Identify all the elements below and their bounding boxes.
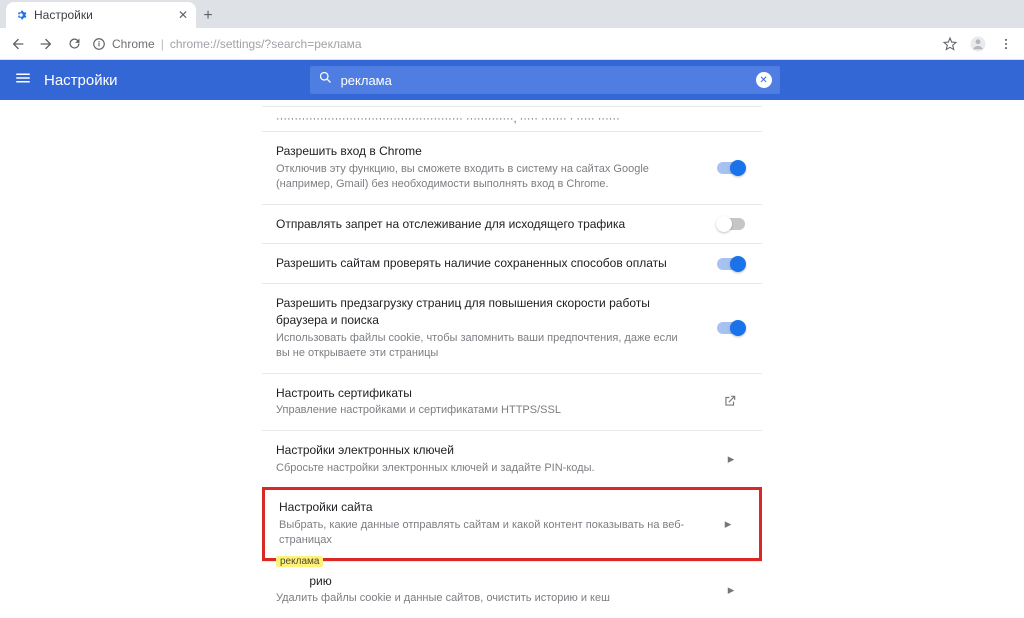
row-site-settings[interactable]: Настройки сайта Выбрать, какие данные от… bbox=[262, 487, 762, 561]
clear-search-button[interactable]: ✕ bbox=[756, 72, 772, 88]
row-desc: Выбрать, какие данные отправлять сайтам … bbox=[279, 518, 691, 549]
row-title: Разрешить вход в Chrome bbox=[276, 143, 694, 160]
hamburger-icon[interactable] bbox=[14, 69, 32, 92]
tab-title: Настройки bbox=[34, 8, 93, 22]
back-button[interactable] bbox=[8, 34, 28, 54]
external-link-icon bbox=[723, 394, 739, 410]
toggle-login-chrome[interactable] bbox=[717, 162, 745, 174]
toolbar: Chrome | chrome://settings/?search=рекла… bbox=[0, 28, 1024, 60]
row-dnt: Отправлять запрет на отслеживание для ис… bbox=[262, 204, 762, 244]
search-match-chip: реклама bbox=[276, 556, 323, 567]
settings-search: ✕ bbox=[310, 66, 780, 94]
settings-header: Настройки ✕ bbox=[0, 60, 1024, 100]
toggle-preload[interactable] bbox=[717, 322, 745, 334]
chevron-right-icon: ▸ bbox=[728, 451, 735, 467]
close-icon[interactable]: ✕ bbox=[178, 8, 188, 22]
row-title: Отправлять запрет на отслеживание для ис… bbox=[276, 216, 694, 233]
row-clear-data[interactable]: реклама рию Удалить файлы cookie и данны… bbox=[262, 561, 762, 618]
truncated-row: ········································… bbox=[262, 106, 762, 131]
content-area: ········································… bbox=[0, 100, 1024, 618]
new-tab-button[interactable]: + bbox=[196, 4, 220, 28]
kebab-menu-icon[interactable] bbox=[996, 34, 1016, 54]
omnibox-host: Chrome bbox=[112, 37, 155, 51]
row-login-chrome: Разрешить вход в Chrome Отключив эту фун… bbox=[262, 131, 762, 204]
address-bar[interactable]: Chrome | chrome://settings/?search=рекла… bbox=[92, 37, 932, 51]
row-security-keys[interactable]: Настройки электронных ключей Сбросьте на… bbox=[262, 430, 762, 487]
search-icon bbox=[318, 70, 333, 90]
row-title: Настройки электронных ключей bbox=[276, 442, 694, 459]
row-title: Разрешить предзагрузку страниц для повыш… bbox=[276, 295, 694, 329]
row-desc: Сбросьте настройки электронных ключей и … bbox=[276, 461, 694, 476]
row-desc: Использовать файлы cookie, чтобы запомни… bbox=[276, 331, 694, 362]
search-input[interactable] bbox=[341, 73, 748, 88]
row-desc: Управление настройками и сертификатами H… bbox=[276, 403, 694, 418]
row-title: Настроить сертификаты bbox=[276, 385, 694, 402]
row-title: Настройки сайта bbox=[279, 499, 691, 516]
info-icon bbox=[92, 37, 106, 51]
toggle-dnt[interactable] bbox=[717, 218, 745, 230]
row-desc: Отключив эту функцию, вы сможете входить… bbox=[276, 162, 694, 193]
tab-strip: Настройки ✕ + bbox=[0, 0, 1024, 28]
toggle-payment[interactable] bbox=[717, 258, 745, 270]
forward-button[interactable] bbox=[36, 34, 56, 54]
row-title: Разрешить сайтам проверять наличие сохра… bbox=[276, 255, 694, 272]
reload-button[interactable] bbox=[64, 34, 84, 54]
row-certificates[interactable]: Настроить сертификаты Управление настрой… bbox=[262, 373, 762, 430]
profile-avatar-icon[interactable] bbox=[968, 34, 988, 54]
row-desc: Удалить файлы cookie и данные сайтов, оч… bbox=[276, 591, 694, 606]
row-preload: Разрешить предзагрузку страниц для повыш… bbox=[262, 283, 762, 372]
omnibox-path: chrome://settings/?search=реклама bbox=[170, 37, 362, 51]
row-payment: Разрешить сайтам проверять наличие сохра… bbox=[262, 243, 762, 283]
gear-icon bbox=[14, 8, 28, 22]
chevron-right-icon: ▸ bbox=[725, 516, 732, 532]
settings-title: Настройки bbox=[44, 72, 118, 89]
chevron-right-icon: ▸ bbox=[728, 582, 735, 598]
row-title: рию bbox=[286, 573, 694, 590]
tab-settings[interactable]: Настройки ✕ bbox=[6, 2, 196, 28]
bookmark-star-icon[interactable] bbox=[940, 34, 960, 54]
settings-card: ········································… bbox=[262, 100, 762, 618]
